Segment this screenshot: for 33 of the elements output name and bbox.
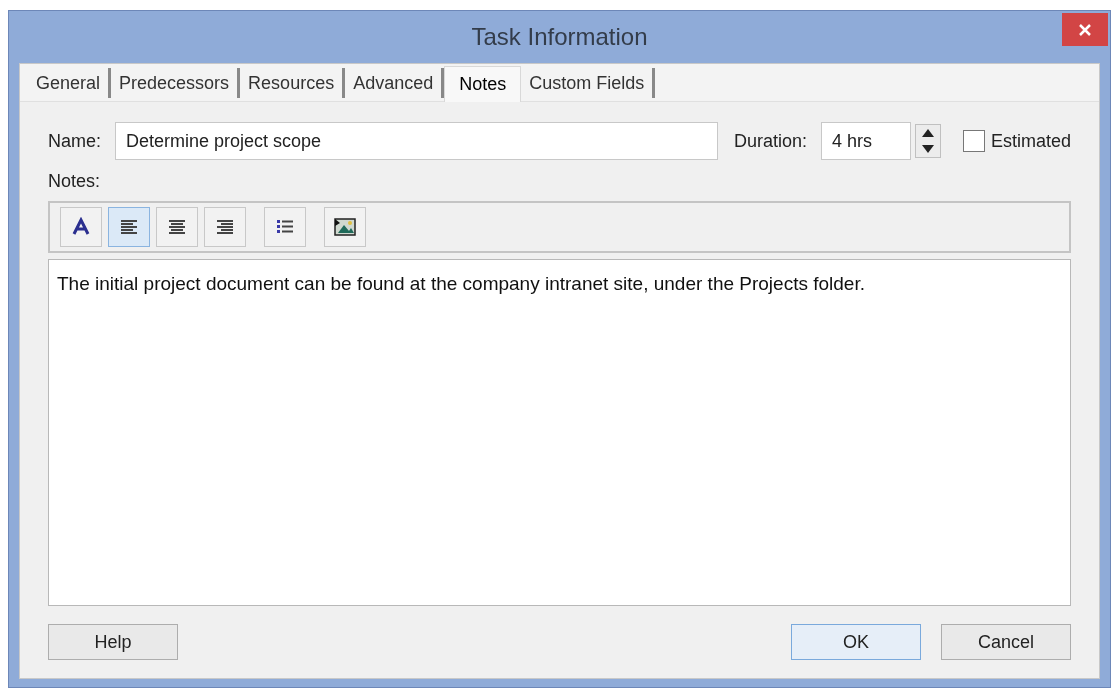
dialog-button[interactable]: Cancel <box>941 624 1071 660</box>
notes-label: Notes: <box>48 171 101 191</box>
tab[interactable]: Notes <box>444 66 522 102</box>
font-icon <box>71 217 91 237</box>
duration-spinner[interactable] <box>914 124 941 158</box>
align-left-icon <box>120 219 138 235</box>
notes-area[interactable]: The initial project document can be found at the company intranet site, under the Projects folder. <box>48 259 1071 606</box>
picture-icon <box>334 218 356 236</box>
tab[interactable]: Predecessors <box>111 68 241 98</box>
toolbar-button[interactable] <box>264 207 306 247</box>
close-icon <box>1078 22 1092 37</box>
toolbar-button[interactable] <box>324 207 366 247</box>
align-center-icon <box>168 219 186 235</box>
window-title: Task Information <box>471 22 648 52</box>
tab[interactable]: Resources <box>240 68 346 98</box>
estimated-checkbox[interactable] <box>962 130 985 152</box>
align-right-icon <box>216 219 234 235</box>
toolbar-button[interactable] <box>60 207 102 247</box>
toolbar-button[interactable] <box>108 207 150 247</box>
dialog-button[interactable]: Help <box>48 624 178 660</box>
toolbar-button[interactable] <box>204 207 246 247</box>
estimated-label: Estimated <box>990 129 1071 153</box>
tab[interactable]: Custom Fields <box>521 68 656 98</box>
tab[interactable]: General <box>28 68 112 98</box>
notes-text: The initial project document can be found at the company intranet site, under the Projects folder. <box>57 272 866 296</box>
duration-label: Duration: <box>733 129 807 153</box>
name-field[interactable]: Determine project scope <box>115 122 718 160</box>
duration-field[interactable]: 4 hrs <box>820 122 911 160</box>
dialog-button[interactable]: OK <box>791 624 921 660</box>
name-label: Name: <box>48 129 101 153</box>
close-button[interactable] <box>1062 13 1108 46</box>
toolbar-button[interactable] <box>156 207 198 247</box>
bullet-list-icon <box>276 219 294 235</box>
